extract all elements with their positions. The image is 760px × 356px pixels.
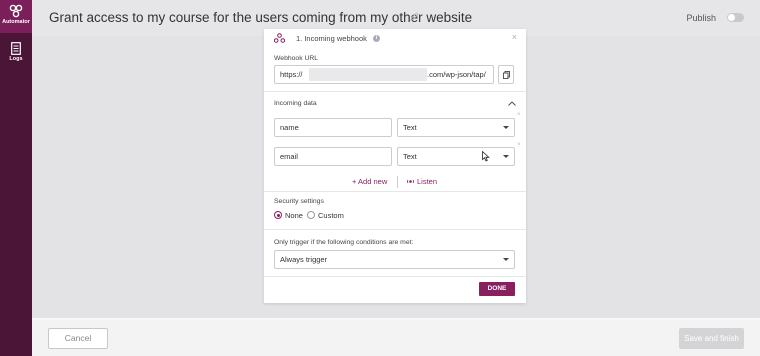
recipe-title[interactable]: Grant access to my course for the users … [49, 10, 472, 25]
cancel-button[interactable]: Cancel [48, 328, 108, 349]
sidebar-item-logs[interactable]: Logs [0, 38, 32, 70]
done-button[interactable]: DONE [479, 282, 515, 296]
security-custom-radio[interactable] [307, 211, 315, 219]
mouse-cursor-icon [482, 151, 490, 162]
webhook-url-suffix: .com/wp-json/tap/ [427, 70, 486, 79]
redacted-domain [309, 68, 427, 81]
divider [264, 91, 526, 92]
remove-row-icon[interactable]: × [517, 112, 521, 118]
field-type-select[interactable]: Text [397, 118, 515, 137]
remove-row-icon[interactable]: × [517, 142, 521, 148]
chevron-down-icon [503, 155, 509, 158]
field-type-select[interactable]: Text [397, 147, 515, 166]
separator [397, 176, 398, 188]
security-settings-label: Security settings [274, 198, 324, 205]
chevron-up-icon[interactable] [508, 101, 516, 106]
recipe-footer: Cancel Save and finish [32, 320, 760, 356]
automator-logo-icon [9, 4, 23, 18]
webhook-url-prefix: https:// [280, 70, 303, 79]
sidebar-item-automator[interactable]: Automator [0, 0, 32, 33]
field-key-value: name [280, 123, 299, 132]
field-key-input[interactable]: email [274, 147, 392, 166]
left-sidebar: Automator Logs [0, 0, 32, 356]
close-icon[interactable]: × [512, 32, 517, 42]
webhook-url-label: Webhook URL [274, 55, 319, 62]
add-new-field-button[interactable]: + Add new [352, 177, 387, 186]
pencil-icon[interactable] [410, 12, 419, 21]
divider [264, 276, 526, 277]
webhook-icon [274, 33, 285, 43]
logs-icon [11, 42, 21, 55]
security-none-radio[interactable] [274, 211, 282, 219]
incoming-data-label: Incoming data [274, 100, 317, 107]
publish-toggle[interactable] [727, 13, 744, 22]
sidebar-item-label: Automator [2, 19, 30, 25]
chevron-down-icon [503, 258, 509, 261]
card-title: 1. Incoming webhook [296, 34, 367, 43]
publish-label: Publish [686, 13, 716, 23]
field-key-value: email [280, 152, 298, 161]
save-and-finish-button[interactable]: Save and finish [679, 328, 744, 349]
field-type-value: Text [403, 123, 417, 132]
field-key-input[interactable]: name [274, 118, 392, 137]
sidebar-item-label: Logs [9, 56, 23, 62]
copy-icon [502, 71, 510, 79]
conditions-select[interactable]: Always trigger [274, 250, 515, 269]
listen-icon [407, 179, 414, 184]
security-none-label[interactable]: None [285, 211, 303, 220]
chevron-down-icon [503, 126, 509, 129]
divider [264, 191, 526, 192]
copy-url-button[interactable] [498, 65, 514, 84]
webhook-url-field[interactable]: https:// .com/wp-json/tap/ [274, 65, 494, 84]
field-type-value: Text [403, 152, 417, 161]
card-header: 1. Incoming webhook i × [264, 29, 526, 47]
incoming-webhook-card: 1. Incoming webhook i × Webhook URL http… [264, 29, 526, 303]
conditions-value: Always trigger [280, 255, 328, 264]
info-icon[interactable]: i [373, 35, 380, 42]
divider [264, 229, 526, 230]
security-custom-label[interactable]: Custom [318, 211, 344, 220]
conditions-label: Only trigger if the following conditions… [274, 239, 414, 246]
listen-label: Listen [417, 177, 438, 186]
